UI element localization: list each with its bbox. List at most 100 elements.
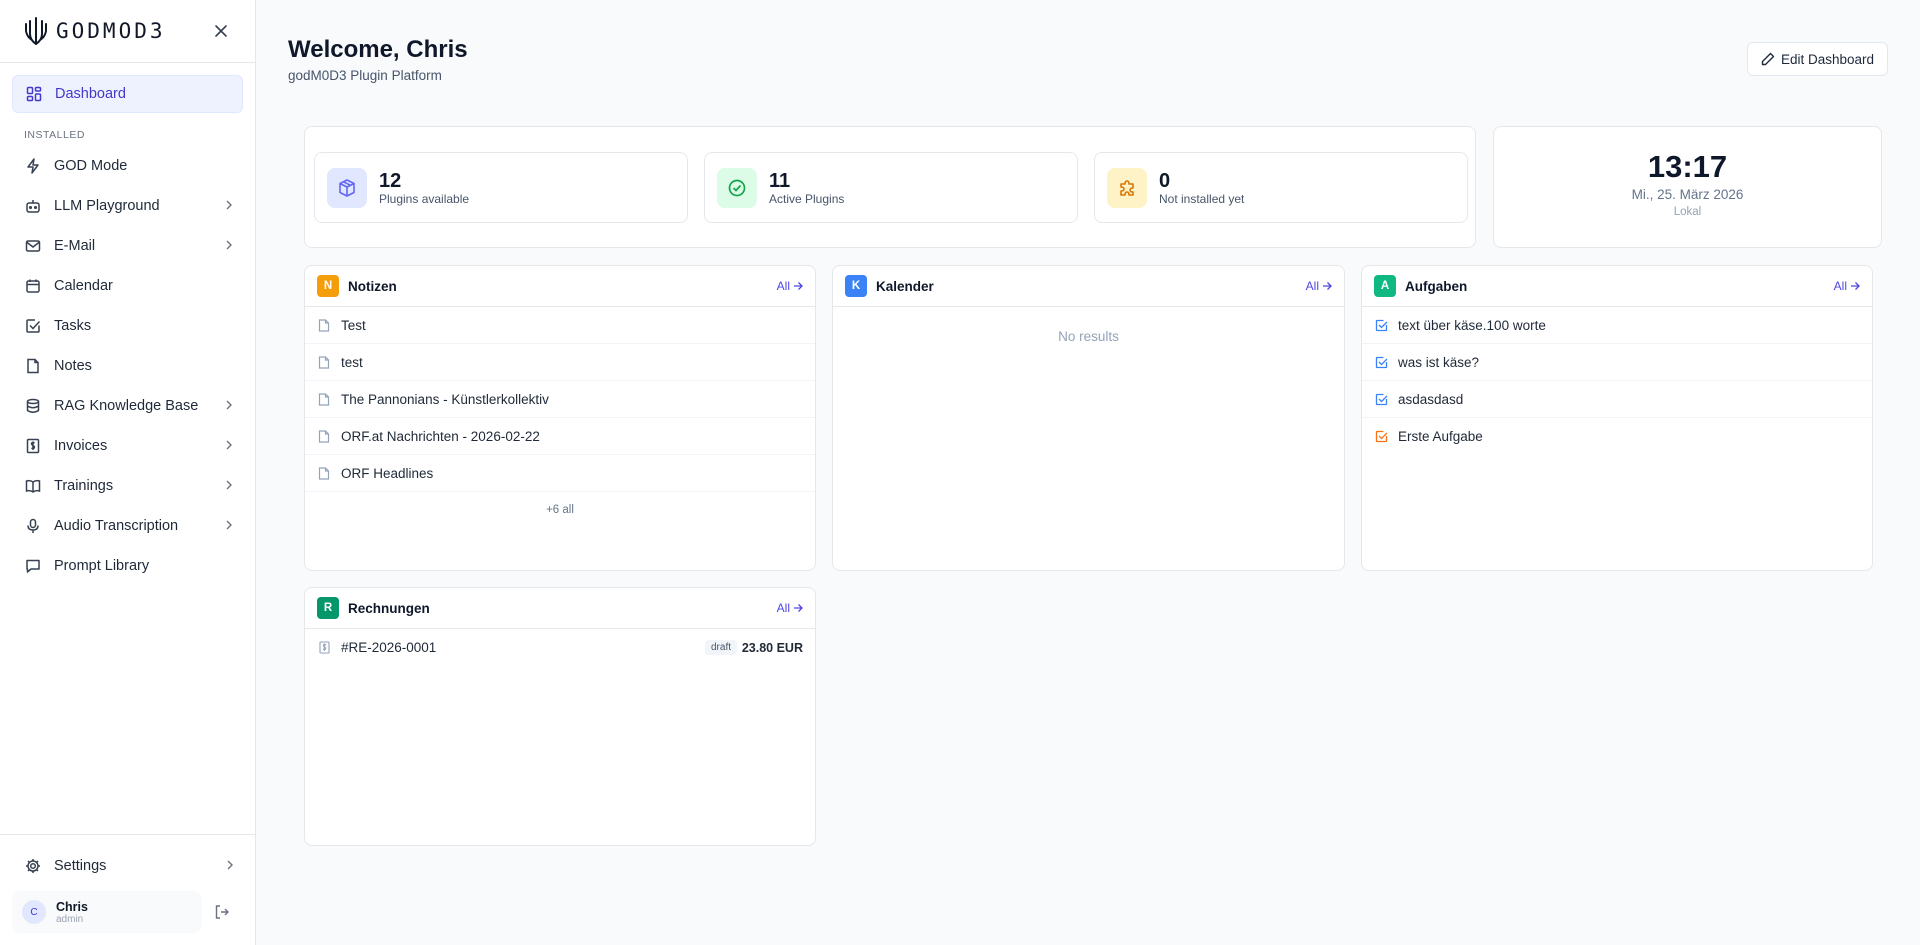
list-item[interactable]: text über käse.100 worte: [1362, 307, 1872, 344]
list-item-label: Test: [341, 317, 366, 333]
arrow-right-icon: [1323, 282, 1332, 290]
logo-icon: [25, 17, 47, 45]
all-link-label: All: [1833, 279, 1847, 293]
list-item[interactable]: was ist käse?: [1362, 344, 1872, 381]
user-role: admin: [56, 913, 84, 925]
notes-widget: N Notizen All Test test The Pannonians -…: [304, 265, 816, 571]
widget-badge: K: [845, 275, 867, 297]
all-link-label: All: [776, 279, 790, 293]
file-icon: [317, 355, 331, 369]
widget-header: K Kalender All: [833, 266, 1344, 307]
sidebar-item-label: Trainings: [54, 478, 114, 494]
widget-header: R Rechnungen All: [305, 588, 815, 629]
arrow-right-icon: [794, 604, 803, 612]
sidebar-item-label: Prompt Library: [54, 558, 150, 574]
chevron-right-icon: [227, 860, 233, 870]
receipt-icon: [317, 641, 331, 655]
file-icon: [317, 466, 331, 480]
checkbox-icon: [1374, 355, 1388, 369]
sidebar-item-settings[interactable]: Settings: [12, 847, 244, 885]
status-badge: draft: [704, 640, 737, 655]
widget-title: Notizen: [348, 278, 397, 294]
clock-widget: 13:17 Mi., 25. März 2026 Lokal: [1493, 126, 1882, 248]
clock-time: 13:17: [1647, 149, 1728, 184]
list-item[interactable]: ORF Headlines: [305, 455, 815, 492]
sidebar-item-trainings[interactable]: Trainings: [12, 467, 243, 505]
list-item[interactable]: asdasdasd: [1362, 381, 1872, 418]
notes-all-link[interactable]: All: [777, 279, 803, 293]
file-icon: [24, 357, 42, 375]
sidebar-item-label: Settings: [54, 858, 107, 874]
checkbox-icon: [24, 317, 42, 335]
sidebar-header: GODMOD3: [0, 0, 255, 63]
sidebar-item-label: Invoices: [54, 438, 108, 454]
sidebar-item-label: RAG Knowledge Base: [54, 398, 199, 414]
calendar-all-link[interactable]: All: [1306, 279, 1332, 293]
sidebar-item-tasks[interactable]: Tasks: [12, 307, 243, 345]
pencil-icon: [1761, 52, 1775, 66]
chevron-right-icon: [226, 520, 232, 530]
list-item[interactable]: Test: [305, 307, 815, 344]
sidebar-item-dashboard[interactable]: Dashboard: [12, 75, 243, 113]
close-sidebar-button[interactable]: [211, 21, 231, 41]
tasks-all-link[interactable]: All: [1834, 279, 1860, 293]
sidebar-item-label: Dashboard: [55, 86, 126, 102]
sidebar-item-email[interactable]: E-Mail: [12, 227, 243, 265]
list-item[interactable]: Erste Aufgabe: [1362, 418, 1872, 455]
empty-state: No results: [1058, 329, 1119, 344]
edit-dashboard-label: Edit Dashboard: [1780, 51, 1874, 67]
calendar-icon: [24, 277, 42, 295]
widget-header: A Aufgaben All: [1362, 266, 1872, 307]
list-item[interactable]: test: [305, 344, 815, 381]
widget-title: Kalender: [876, 278, 934, 294]
sidebar-item-notes[interactable]: Notes: [12, 347, 243, 385]
sidebar-item-rag-knowledge-base[interactable]: RAG Knowledge Base: [12, 387, 243, 425]
list-item-label: ORF.at Nachrichten - 2026-02-22: [341, 428, 540, 444]
stat-label: Active Plugins: [769, 191, 845, 206]
invoices-all-link[interactable]: All: [777, 601, 803, 615]
user-card[interactable]: C Chris admin: [12, 891, 202, 933]
sidebar-item-llm-playground[interactable]: LLM Playground: [12, 187, 243, 225]
stat-value: 12: [379, 169, 402, 192]
sidebar-item-prompt-library[interactable]: Prompt Library: [12, 547, 243, 585]
sidebar-item-label: Tasks: [54, 318, 92, 334]
table-row[interactable]: #RE-2026-0001 draft 23.80 EUR: [305, 629, 815, 666]
package-icon: [327, 167, 367, 208]
sidebar-item-calendar[interactable]: Calendar: [12, 267, 243, 305]
list-item[interactable]: ORF.at Nachrichten - 2026-02-22: [305, 418, 815, 455]
bot-icon: [24, 197, 42, 215]
sidebar-item-label: GOD Mode: [54, 158, 128, 174]
stat-value: 11: [769, 169, 791, 192]
sidebar-section-installed: INSTALLED: [24, 129, 85, 141]
main-content: Welcome, Chris godM0D3 Plugin Platform E…: [257, 0, 1920, 945]
sidebar: GODMOD3 Dashboard INSTALLED GOD Mode LLM…: [0, 0, 256, 945]
user-row: C Chris admin: [12, 891, 244, 933]
widget-title: Aufgaben: [1405, 278, 1468, 294]
invoices-widget: R Rechnungen All #RE-2026-0001 draft 23.…: [304, 587, 816, 846]
list-item-label: asdasdasd: [1398, 391, 1464, 407]
list-item-label: text über käse.100 worte: [1398, 317, 1546, 333]
sidebar-item-label: E-Mail: [54, 238, 96, 254]
notes-show-more-link[interactable]: +6 all: [305, 492, 815, 516]
stat-label: Not installed yet: [1159, 191, 1245, 206]
sidebar-item-audio-transcription[interactable]: Audio Transcription: [12, 507, 243, 545]
sidebar-item-label: Audio Transcription: [54, 518, 179, 534]
calendar-widget: K Kalender All No results: [832, 265, 1345, 571]
edit-dashboard-button[interactable]: Edit Dashboard: [1746, 42, 1888, 76]
sidebar-item-label: LLM Playground: [54, 198, 160, 214]
logo[interactable]: GODMOD3: [24, 16, 166, 46]
list-item-label: test: [341, 354, 363, 370]
sidebar-item-god-mode[interactable]: GOD Mode: [12, 147, 243, 185]
puzzle-icon: [1107, 167, 1147, 208]
stat-plugins-available: 12 Plugins available: [314, 152, 688, 223]
sidebar-item-invoices[interactable]: Invoices: [12, 427, 243, 465]
sidebar-item-label: Notes: [54, 358, 92, 374]
mail-icon: [24, 237, 42, 255]
list-item[interactable]: The Pannonians - Künstlerkollektiv: [305, 381, 815, 418]
stat-value: 0: [1159, 169, 1171, 192]
chevron-right-icon: [226, 400, 232, 410]
logout-button[interactable]: [208, 898, 236, 926]
avatar: C: [22, 900, 46, 924]
stat-active-plugins: 11 Active Plugins: [704, 152, 1078, 223]
tasks-widget: A Aufgaben All text über käse.100 worte …: [1361, 265, 1873, 571]
